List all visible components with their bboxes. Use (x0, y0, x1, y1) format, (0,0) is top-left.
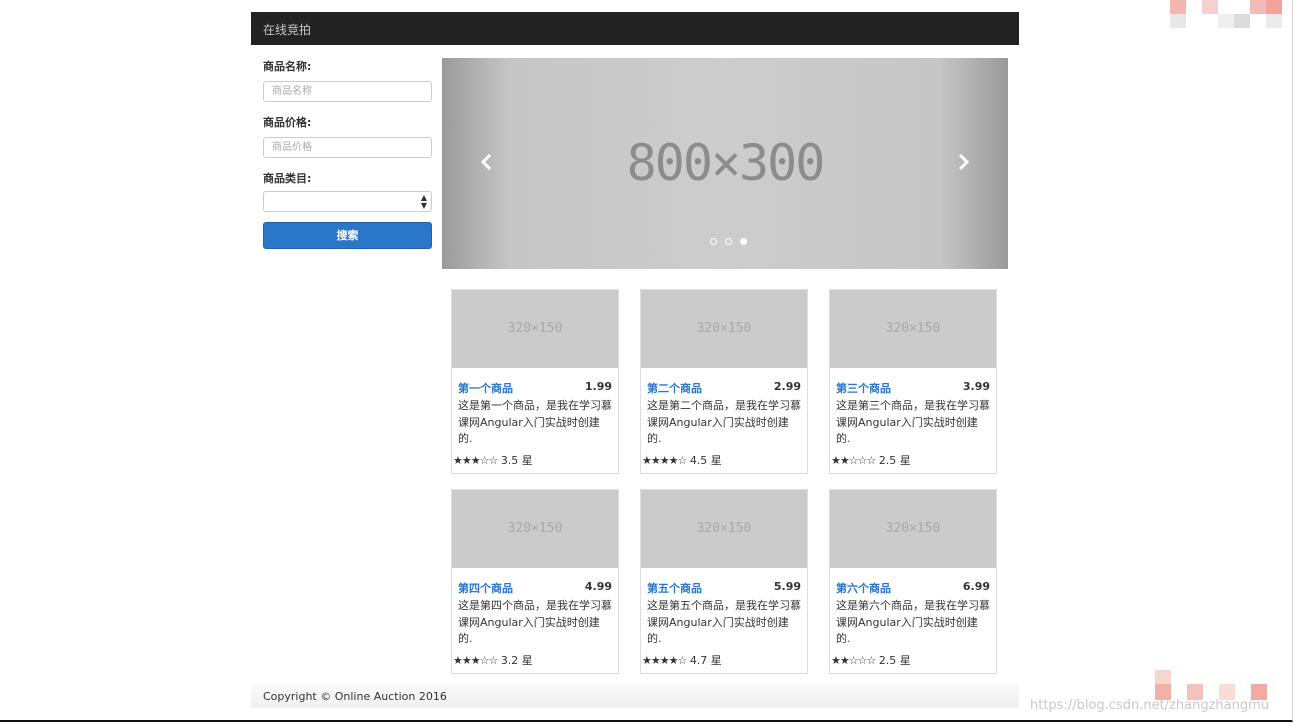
product-price: 3.99 (962, 380, 990, 393)
star-rating-icon: ★★☆☆☆ (831, 654, 876, 667)
product-rating: ★★☆☆☆ 2.5 星 (831, 652, 911, 668)
rating-text: 4.7 星 (689, 654, 722, 667)
star-rating-icon: ★★★★☆ (642, 654, 687, 667)
product-thumbnail: 320×150 (830, 290, 996, 368)
product-title-link[interactable]: 第一个商品 (458, 380, 513, 396)
product-rating: ★★☆☆☆ 2.5 星 (831, 452, 911, 468)
carousel: 800×300 (442, 58, 1008, 269)
star-rating-icon: ★★★★☆ (642, 454, 687, 467)
rating-text: 4.5 星 (689, 454, 722, 467)
product-title-link[interactable]: 第三个商品 (836, 380, 891, 396)
product-rating: ★★★★☆ 4.5 星 (642, 452, 722, 468)
rating-text: 3.5 星 (500, 454, 533, 467)
product-rating: ★★★☆☆ 3.2 星 (453, 652, 533, 668)
carousel-image-placeholder: 800×300 (626, 134, 826, 192)
product-description: 这是第六个商品，是我在学习慕课网Angular入门实战时创建的. (836, 599, 990, 645)
footer: Copyright © Online Auction 2016 (251, 684, 1019, 708)
star-rating-icon: ★★★☆☆ (453, 654, 498, 667)
pixel-decoration (1155, 670, 1171, 684)
product-name-input[interactable] (263, 81, 432, 102)
navbar: 在线竞拍 (251, 12, 1019, 45)
chevron-right-icon (958, 153, 970, 171)
product-card: 320×150 第五个商品 5.99 这是第五个商品，是我在学习慕课网Angul… (640, 489, 808, 674)
pixel-decoration (1250, 0, 1266, 14)
product-description: 这是第四个商品，是我在学习慕课网Angular入门实战时创建的. (458, 599, 612, 645)
product-name-label: 商品名称: (263, 60, 312, 73)
product-card: 320×150 第二个商品 2.99 这是第二个商品，是我在学习慕课网Angul… (640, 289, 808, 474)
copyright-text: Copyright © Online Auction 2016 (263, 690, 447, 703)
carousel-indicator-1[interactable] (710, 238, 717, 245)
product-price: 6.99 (962, 580, 990, 593)
thumbnail-placeholder-text: 320×150 (507, 521, 563, 536)
product-price: 5.99 (773, 580, 801, 593)
product-category-label: 商品类目: (263, 172, 312, 185)
pixel-decoration (1218, 14, 1234, 28)
search-form: 商品名称: 商品价格: 商品类目: ▲▼ 搜索 (263, 58, 432, 249)
product-category-select[interactable]: ▲ ▼ (263, 191, 432, 212)
product-price-input[interactable] (263, 137, 432, 158)
product-title-link[interactable]: 第五个商品 (647, 580, 702, 596)
product-thumbnail: 320×150 (452, 490, 618, 568)
product-price: 2.99 (773, 380, 801, 393)
thumbnail-placeholder-text: 320×150 (696, 321, 752, 336)
product-price: 4.99 (584, 580, 612, 593)
thumbnail-placeholder-text: 320×150 (885, 521, 941, 536)
pixel-decoration (1170, 14, 1186, 28)
thumbnail-placeholder-text: 320×150 (696, 521, 752, 536)
product-card: 320×150 第一个商品 1.99 这是第一个商品，是我在学习慕课网Angul… (451, 289, 619, 474)
watermark-text: https://blog.csdn.net/zhangzhangmu (1030, 698, 1270, 713)
carousel-indicators (710, 238, 750, 245)
select-arrows-icon: ▲ ▼ (420, 193, 427, 210)
product-rating: ★★★★☆ 4.7 星 (642, 652, 722, 668)
pixel-decoration (1266, 14, 1282, 28)
product-card: 320×150 第六个商品 6.99 这是第六个商品，是我在学习慕课网Angul… (829, 489, 997, 674)
rating-text: 2.5 星 (878, 654, 911, 667)
star-rating-icon: ★★☆☆☆ (831, 454, 876, 467)
product-thumbnail: 320×150 (641, 290, 807, 368)
carousel-prev-button[interactable] (475, 150, 499, 174)
thumbnail-placeholder-text: 320×150 (507, 321, 563, 336)
product-card: 320×150 第三个商品 3.99 这是第三个商品，是我在学习慕课网Angul… (829, 289, 997, 474)
brand-link[interactable]: 在线竞拍 (263, 21, 311, 38)
product-description: 这是第五个商品，是我在学习慕课网Angular入门实战时创建的. (647, 599, 801, 645)
rating-text: 3.2 星 (500, 654, 533, 667)
product-description: 这是第三个商品，是我在学习慕课网Angular入门实战时创建的. (836, 399, 990, 445)
product-thumbnail: 320×150 (641, 490, 807, 568)
pixel-decoration (1202, 0, 1218, 14)
pixel-decoration (1266, 0, 1282, 14)
carousel-next-button[interactable] (951, 150, 975, 174)
product-price-label: 商品价格: (263, 116, 312, 129)
product-rating: ★★★☆☆ 3.5 星 (453, 452, 533, 468)
pixel-decoration (1170, 0, 1186, 14)
product-thumbnail: 320×150 (452, 290, 618, 368)
pixel-decoration (1234, 14, 1250, 28)
product-description: 这是第一个商品，是我在学习慕课网Angular入门实战时创建的. (458, 399, 612, 445)
star-rating-icon: ★★★☆☆ (453, 454, 498, 467)
search-button[interactable]: 搜索 (263, 222, 432, 249)
product-title-link[interactable]: 第四个商品 (458, 580, 513, 596)
rating-text: 2.5 星 (878, 454, 911, 467)
thumbnail-placeholder-text: 320×150 (885, 321, 941, 336)
product-description: 这是第二个商品，是我在学习慕课网Angular入门实战时创建的. (647, 399, 801, 445)
product-card: 320×150 第四个商品 4.99 这是第四个商品，是我在学习慕课网Angul… (451, 489, 619, 674)
carousel-indicator-3[interactable] (740, 238, 748, 245)
chevron-left-icon (480, 153, 492, 171)
product-price: 1.99 (584, 380, 612, 393)
carousel-indicator-2[interactable] (725, 238, 733, 245)
product-thumbnail: 320×150 (830, 490, 996, 568)
product-title-link[interactable]: 第六个商品 (836, 580, 891, 596)
product-title-link[interactable]: 第二个商品 (647, 380, 702, 396)
